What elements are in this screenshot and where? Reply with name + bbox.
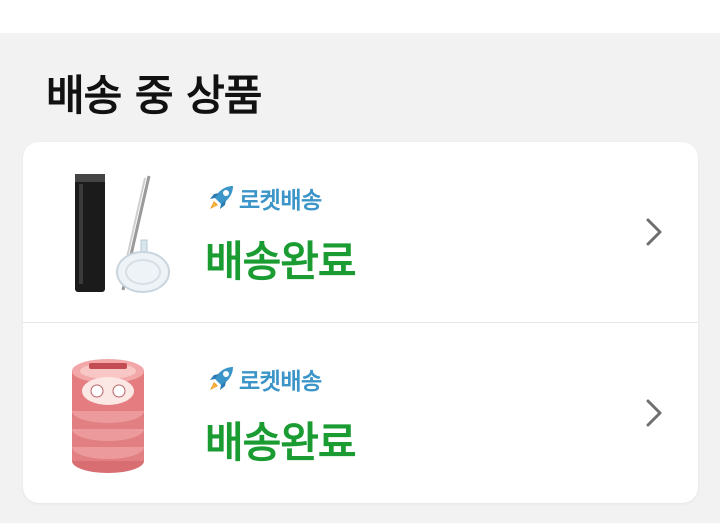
section-title: 배송 중 상품 (46, 71, 262, 120)
chevron-right-icon (646, 399, 662, 427)
chevron-right-icon (646, 218, 662, 246)
shipment-item[interactable]: 로켓배송 배송완료 (23, 142, 698, 322)
shipment-item[interactable]: 로켓배송 배송완료 (23, 323, 698, 503)
tin-cans-product-image (72, 359, 144, 473)
shipping-list-card: 로켓배송 배송완료 로켓배송 배송완료 (23, 142, 698, 503)
rocket-icon (210, 367, 233, 390)
rocket-delivery-badge: 로켓배송 (205, 363, 322, 395)
delivery-status: 배송완료 (205, 237, 357, 286)
tumbler-product-image (75, 174, 170, 293)
rocket-delivery-badge: 로켓배송 (205, 182, 322, 214)
badge-label: 로켓배송 (239, 188, 322, 214)
badge-label: 로켓배송 (239, 369, 322, 395)
rocket-icon (210, 186, 233, 209)
top-bar-area (0, 0, 720, 33)
delivery-status: 배송완료 (205, 418, 357, 467)
